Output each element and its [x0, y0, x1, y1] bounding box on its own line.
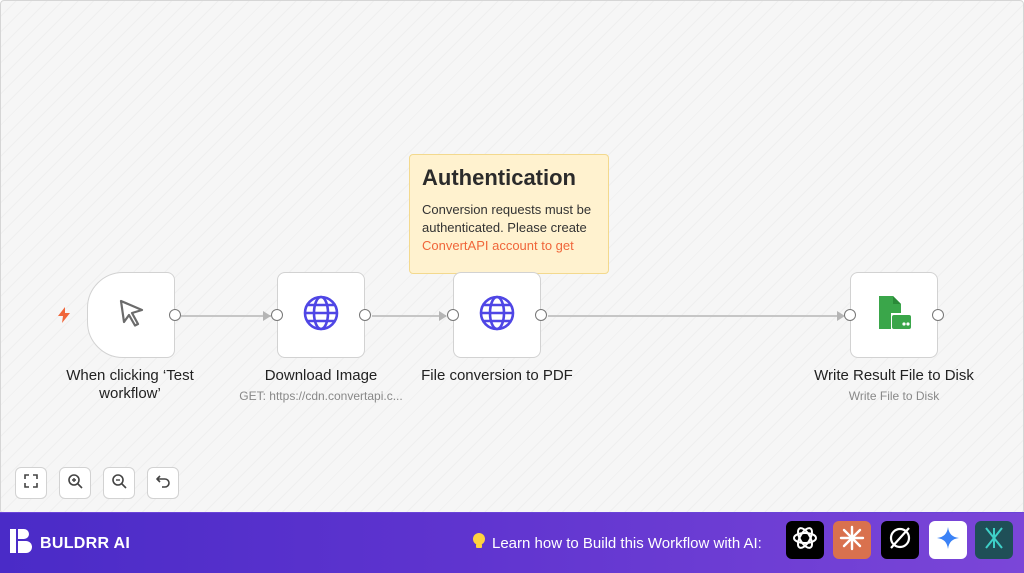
- perplexity-button[interactable]: [881, 521, 919, 559]
- learn-text: Learn how to Build this Workflow with AI…: [492, 534, 762, 552]
- node-title: Write Result File to Disk: [814, 367, 974, 384]
- node-title: Download Image: [264, 367, 378, 384]
- zoom-in-button[interactable]: [59, 467, 91, 499]
- input-port[interactable]: [447, 309, 459, 321]
- node-title: When clicking ‘Test workflow’: [66, 367, 194, 402]
- output-port[interactable]: [932, 309, 944, 321]
- input-port[interactable]: [844, 309, 856, 321]
- convertapi-link[interactable]: ConvertAPI account to get: [422, 238, 574, 253]
- claude-icon: [839, 525, 865, 556]
- connection-arrow: [439, 311, 447, 321]
- sticky-note-body: Conversion requests must be authenticate…: [422, 201, 596, 255]
- gemini-icon: [936, 526, 960, 555]
- learn-cta: Learn how to Build this Workflow with AI…: [472, 532, 762, 554]
- node-write-file[interactable]: [850, 272, 938, 358]
- cursor-icon: [115, 297, 147, 334]
- footer-bar: BULDRR AI Learn how to Build this Workfl…: [0, 512, 1024, 573]
- file-disk-icon: [874, 293, 914, 338]
- node-subtitle: Write File to Disk: [848, 389, 940, 403]
- chatgpt-button[interactable]: [786, 521, 824, 559]
- sticky-note-authentication[interactable]: Authentication Conversion requests must …: [409, 154, 609, 274]
- lightning-icon: [57, 307, 71, 328]
- undo-icon: [155, 473, 171, 494]
- gemini-button[interactable]: [929, 521, 967, 559]
- workflow-canvas[interactable]: Authentication Conversion requests must …: [0, 0, 1024, 514]
- sticky-note-text: Conversion requests must be authenticate…: [422, 202, 592, 235]
- node-subtitle: GET: https://cdn.convertapi.c...: [239, 389, 403, 403]
- connection-arrow: [263, 311, 271, 321]
- claude-button[interactable]: [833, 521, 871, 559]
- globe-icon: [478, 294, 516, 337]
- zoom-out-button[interactable]: [103, 467, 135, 499]
- connection-download-convert: [372, 315, 446, 317]
- connection-trigger-download: [181, 315, 271, 317]
- zoom-in-icon: [67, 473, 83, 494]
- lightbulb-icon: [472, 532, 486, 554]
- node-download-image[interactable]: [277, 272, 365, 358]
- sticky-note-title: Authentication: [422, 165, 576, 190]
- globe-icon: [302, 294, 340, 337]
- node-manual-trigger[interactable]: [87, 272, 175, 358]
- undo-button[interactable]: [147, 467, 179, 499]
- node-file-conversion[interactable]: [453, 272, 541, 358]
- brand-name: BULDRR AI: [40, 534, 131, 552]
- input-port[interactable]: [271, 309, 283, 321]
- deepseek-icon: [981, 525, 1007, 556]
- fit-view-icon: [23, 473, 39, 494]
- output-port[interactable]: [169, 309, 181, 321]
- output-port[interactable]: [535, 309, 547, 321]
- chatgpt-icon: [791, 524, 819, 557]
- zoom-out-icon: [111, 473, 127, 494]
- perplexity-icon: [887, 525, 913, 556]
- buldrr-logo-icon: [8, 527, 34, 560]
- node-title: File conversion to PDF: [421, 367, 573, 384]
- connection-convert-write: [548, 315, 843, 317]
- output-port[interactable]: [359, 309, 371, 321]
- brand-logo[interactable]: BULDRR AI: [8, 527, 130, 560]
- deepseek-button[interactable]: [975, 521, 1013, 559]
- fit-view-button[interactable]: [15, 467, 47, 499]
